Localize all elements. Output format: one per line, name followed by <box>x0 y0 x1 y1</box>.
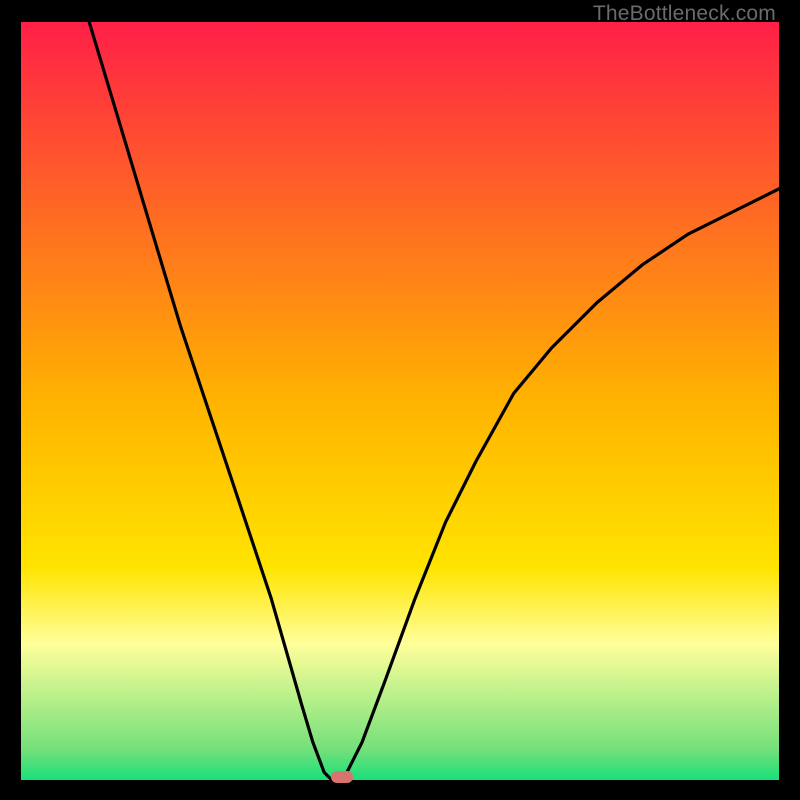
gradient-background <box>21 22 779 780</box>
bottleneck-chart <box>21 22 779 780</box>
chart-frame <box>21 22 779 780</box>
optimal-point-marker <box>331 771 353 783</box>
